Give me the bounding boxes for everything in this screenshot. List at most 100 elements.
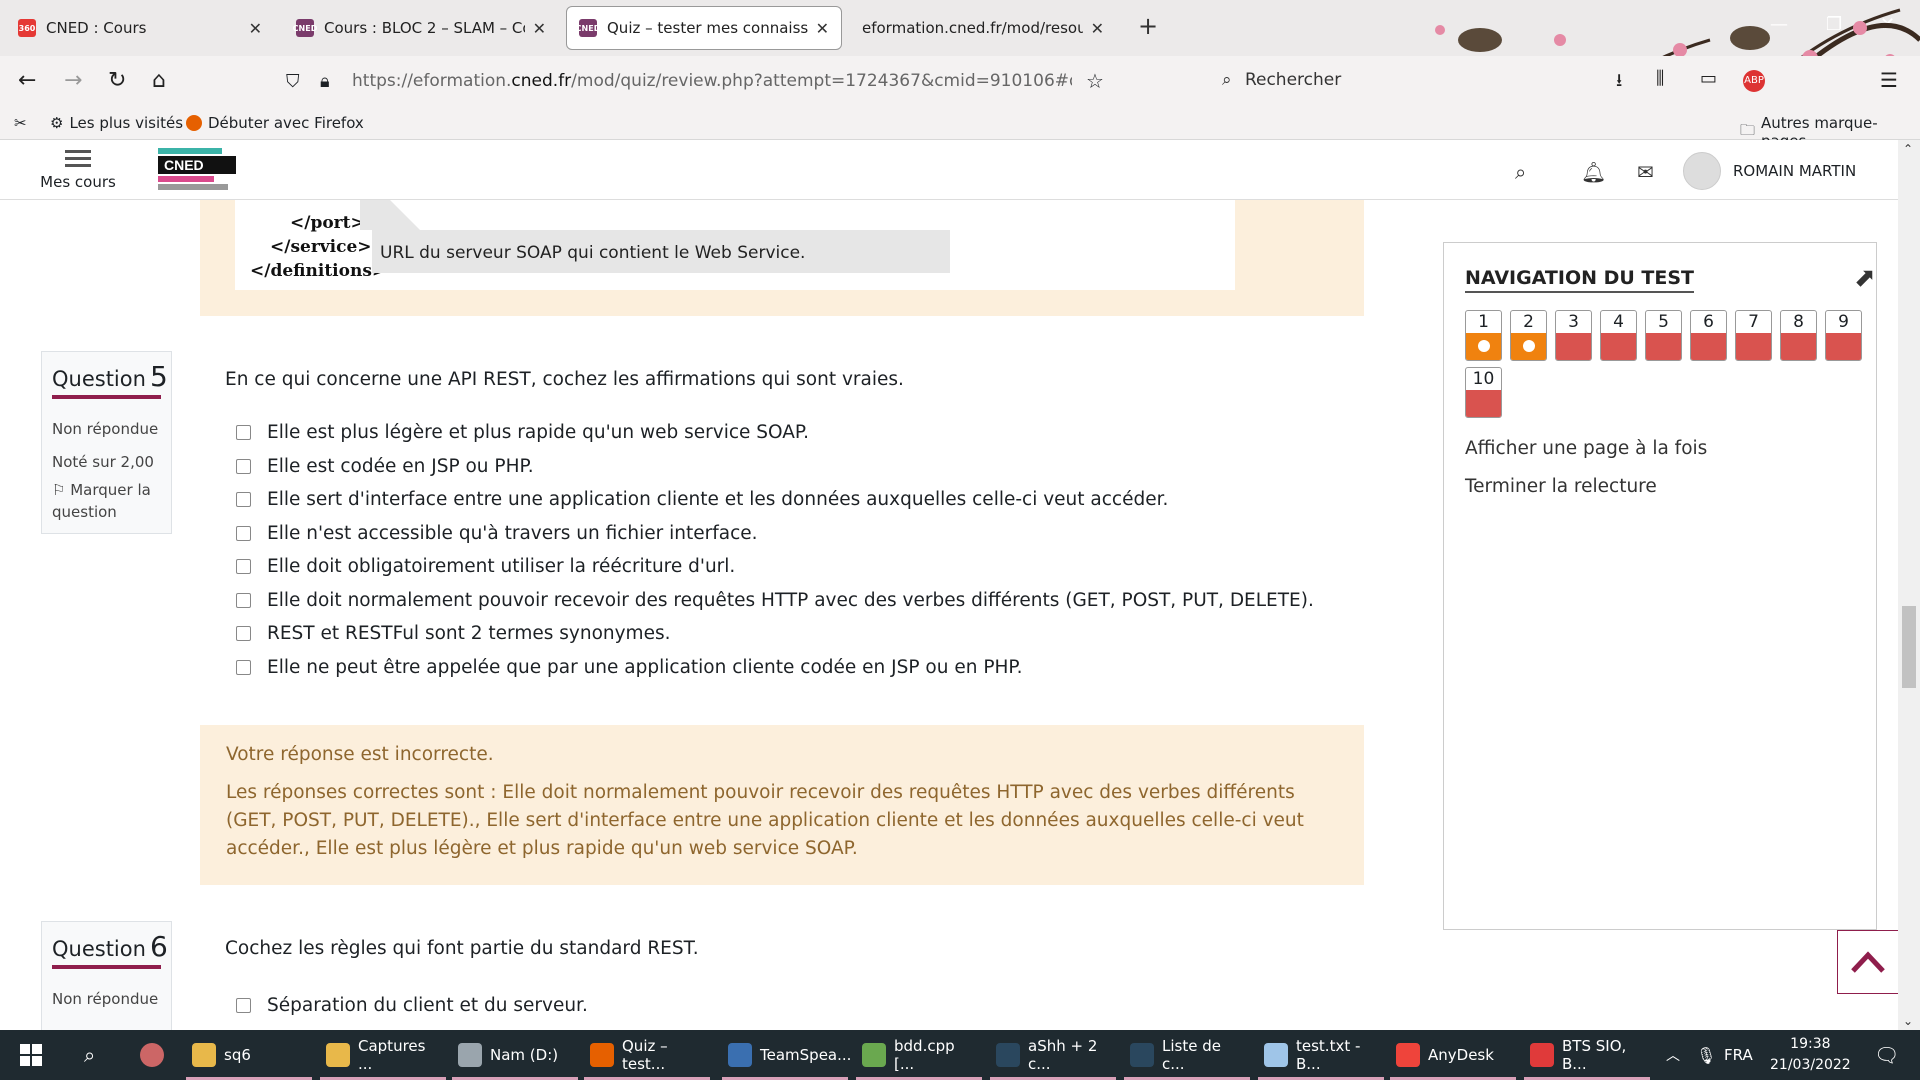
question-state-incorrect (1826, 333, 1861, 360)
taskbar-app[interactable]: aShh + 2 c... (990, 1030, 1116, 1080)
download-icon[interactable]: ⭳ (1616, 68, 1622, 98)
bookmark-star-icon[interactable]: ☆ (1086, 69, 1104, 93)
question-label: Question (52, 367, 146, 391)
taskbar-app[interactable]: Quiz – test... (584, 1030, 710, 1080)
avatar[interactable] (1683, 152, 1721, 190)
checkbox[interactable] (236, 998, 251, 1013)
bookmarks-tool-icon[interactable]: ✂ (14, 114, 27, 132)
quiz-nav-question-3[interactable]: 3 (1555, 310, 1592, 361)
scroll-up-icon[interactable]: ⌃ (1903, 142, 1913, 156)
reload-icon[interactable]: ↻ (108, 68, 126, 93)
app-label: AnyDesk (1428, 1046, 1494, 1064)
notifications-icon[interactable]: 🗨︎ (1868, 1030, 1905, 1080)
finish-review-link[interactable]: Terminer la relecture (1465, 476, 1657, 497)
answer-option[interactable]: Elle doit normalement pouvoir recevoir d… (236, 590, 1314, 611)
url-text[interactable]: https://eformation.cned.fr/mod/quiz/revi… (352, 71, 1072, 91)
back-icon[interactable]: ← (18, 68, 36, 93)
quiz-nav-question-2[interactable]: 2 (1510, 310, 1547, 361)
scrollbar-thumb[interactable] (1902, 606, 1916, 688)
bell-icon[interactable]: 🔔︎ (1581, 160, 1606, 184)
forward-icon[interactable]: → (64, 68, 82, 93)
main-content: </port> </service> </definitions> URL du… (0, 200, 1898, 1030)
close-icon[interactable]: ✕ (1091, 19, 1104, 38)
answer-option[interactable]: REST et RESTFul sont 2 termes synonymes. (236, 623, 670, 644)
answer-option[interactable]: Elle ne peut être appelée que par une ap… (236, 657, 1023, 678)
close-icon[interactable]: ✕ (816, 19, 829, 38)
language-indicator[interactable]: FRA (1718, 1030, 1759, 1080)
taskbar-app[interactable]: Captures ... (320, 1030, 446, 1080)
quiz-nav-question-1[interactable]: 1 (1465, 310, 1502, 361)
expand-arrow-icon[interactable]: ⬈ (1854, 263, 1876, 293)
tab-cned-cours[interactable]: 360 CNED : Cours ✕ (6, 6, 274, 50)
quiz-nav-question-4[interactable]: 4 (1600, 310, 1637, 361)
flag-question-button[interactable]: ⚐ Marquer la question (52, 479, 161, 523)
quiz-nav-question-9[interactable]: 9 (1825, 310, 1862, 361)
checkbox[interactable] (236, 626, 251, 641)
home-icon[interactable]: ⌂ (152, 68, 166, 93)
answer-option[interactable]: Elle est plus légère et plus rapide qu'u… (236, 422, 809, 443)
tray-chevron-icon[interactable]: ︿ (1660, 1030, 1686, 1080)
user-name[interactable]: ROMAIN MARTIN (1733, 162, 1856, 180)
tab-cours-bloc2[interactable]: CNED Cours : BLOC 2 – SLAM – Concep ✕ (284, 6, 558, 50)
checkbox[interactable] (236, 458, 251, 474)
question-label: Question (52, 937, 146, 961)
new-tab-button[interactable]: + (1138, 12, 1158, 40)
taskbar-app[interactable]: sq6 (186, 1030, 312, 1080)
close-icon[interactable]: ✕ (249, 19, 262, 38)
address-bar[interactable]: ⛉ 🔒︎ https://eformation.cned.fr/mod/quiz… (280, 62, 1110, 100)
minimize-icon[interactable]: — (1770, 14, 1788, 35)
tab-resource[interactable]: eformation.cned.fr/mod/resource/vi ✕ (850, 6, 1116, 50)
quiz-nav-question-7[interactable]: 7 (1735, 310, 1772, 361)
taskbar-app[interactable]: test.txt - B... (1258, 1030, 1384, 1080)
answer-label: Elle doit obligatoirement utiliser la ré… (267, 556, 736, 577)
envelope-icon[interactable]: ✉ (1637, 160, 1654, 184)
tab-quiz-active[interactable]: CNED Quiz – tester mes connaissances ✕ (566, 6, 842, 50)
answer-option[interactable]: Séparation du client et du serveur. (236, 995, 588, 1016)
start-button[interactable] (14, 1030, 48, 1080)
taskbar-app[interactable]: TeamSpea... (722, 1030, 851, 1080)
app-icon (1264, 1043, 1288, 1067)
show-one-page-link[interactable]: Afficher une page à la fois (1465, 438, 1707, 459)
search-icon[interactable]: ⌕ (78, 1030, 101, 1080)
shield-icon[interactable]: ⛉ (286, 71, 300, 92)
checkbox[interactable] (236, 525, 251, 541)
checkbox[interactable] (236, 559, 251, 574)
page-scrollbar[interactable]: ⌃ ⌄ (1898, 140, 1920, 1030)
bookmark-firefox[interactable]: Débuter avec Firefox (186, 114, 364, 132)
checkbox[interactable] (236, 592, 251, 608)
cned-logo[interactable]: CNED (158, 148, 236, 194)
checkbox[interactable] (236, 492, 251, 507)
search-field[interactable]: ⌕ Rechercher (1222, 70, 1341, 90)
taskbar-app[interactable]: Nam (D:) (452, 1030, 578, 1080)
checkbox[interactable] (236, 425, 251, 440)
library-icon[interactable]: ⫼ (1656, 68, 1664, 89)
menu-icon[interactable]: ☰ (1880, 68, 1898, 92)
lock-icon[interactable]: 🔒︎ (320, 71, 330, 92)
close-icon[interactable]: ✕ (533, 19, 546, 38)
taskbar-app[interactable]: Liste de c... (1124, 1030, 1250, 1080)
quiz-nav-question-8[interactable]: 8 (1780, 310, 1817, 361)
quiz-nav-question-5[interactable]: 5 (1645, 310, 1682, 361)
taskbar-app[interactable]: BTS SIO, B... (1524, 1030, 1650, 1080)
scroll-down-icon[interactable]: ⌄ (1903, 1014, 1913, 1028)
reader-icon[interactable]: ▭ (1700, 68, 1717, 89)
search-icon[interactable]: ⌕ (1515, 160, 1526, 184)
app-icon (996, 1043, 1020, 1067)
taskbar-app[interactable]: AnyDesk (1390, 1030, 1516, 1080)
answer-option[interactable]: Elle n'est accessible qu'à travers un fi… (236, 523, 758, 544)
answer-option[interactable]: Elle doit obligatoirement utiliser la ré… (236, 556, 735, 577)
clock[interactable]: 19:38 21/03/2022 (1770, 1034, 1851, 1076)
quiz-nav-question-10[interactable]: 10 (1465, 367, 1502, 418)
window-close-icon[interactable]: ✕ (1880, 14, 1895, 35)
bookmark-most-visited[interactable]: ⚙ Les plus visités (50, 114, 183, 132)
back-to-top-button[interactable] (1837, 930, 1898, 994)
checkbox[interactable] (236, 659, 251, 675)
adblock-icon[interactable]: ABP (1743, 70, 1765, 92)
answer-option[interactable]: Elle est codée en JSP ou PHP. (236, 456, 534, 477)
quiz-nav-question-6[interactable]: 6 (1690, 310, 1727, 361)
taskbar-app[interactable]: bdd.cpp [... (856, 1030, 982, 1080)
maximize-icon[interactable]: ❐ (1826, 14, 1842, 35)
pinned-app-icon[interactable] (134, 1030, 178, 1080)
answer-option[interactable]: Elle sert d'interface entre une applicat… (236, 489, 1168, 510)
mes-cours-button[interactable]: Mes cours (38, 146, 118, 191)
